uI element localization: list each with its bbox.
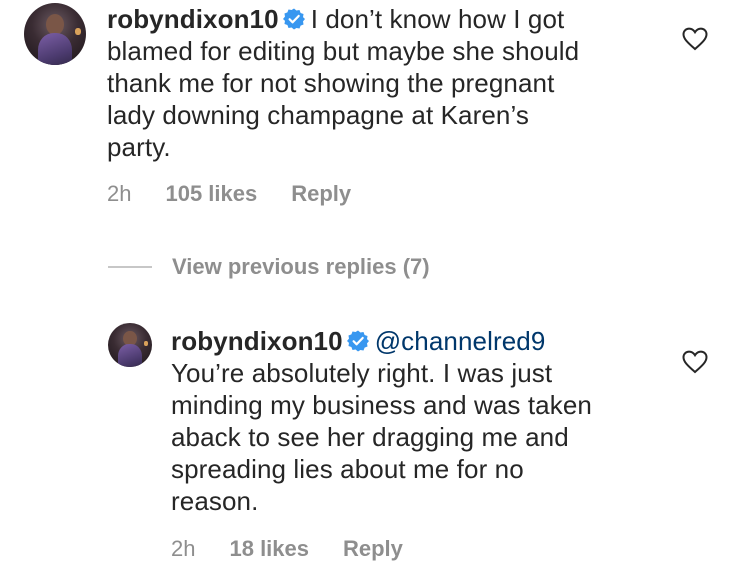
comment-text: robyndixon10 I don’t know how I got blam… [107, 3, 667, 163]
comment-line: blamed for editing but maybe she should [107, 36, 580, 66]
username-link[interactable]: robyndixon10 [107, 4, 279, 34]
comment-line: You’re absolutely right. I was just [171, 358, 553, 388]
comment-line: I don’t know how I got [310, 4, 565, 34]
heart-outline-icon[interactable] [682, 350, 708, 374]
comment-line: party. [107, 132, 171, 162]
comment-line: lady downing champagne at Karen’s [107, 100, 529, 130]
view-previous-replies-button[interactable]: View previous replies (7) [108, 253, 430, 281]
comment-line: minding my business and was taken [171, 390, 592, 420]
reply-button[interactable]: Reply [343, 536, 403, 562]
comment-line: reason. [171, 486, 259, 516]
username-link[interactable]: robyndixon10 [171, 326, 343, 356]
reply-text: robyndixon10 @channelred9 You’re absolut… [171, 325, 671, 517]
timestamp: 2h [107, 181, 132, 206]
comment-meta: 2h 105 likes Reply [107, 181, 351, 207]
likes-count[interactable]: 18 likes [229, 536, 309, 562]
avatar[interactable] [24, 3, 86, 65]
mention-link[interactable]: @channelred9 [375, 326, 546, 356]
view-previous-replies-label: View previous replies (7) [172, 254, 430, 279]
timestamp: 2h [171, 536, 196, 561]
comment-line: aback to see her dragging me and [171, 422, 569, 452]
comment-line: thank me for not showing the pregnant [107, 68, 555, 98]
reply-meta: 2h 18 likes Reply [171, 536, 403, 562]
divider-line [108, 266, 152, 268]
heart-outline-icon[interactable] [682, 27, 708, 51]
likes-count[interactable]: 105 likes [165, 181, 257, 207]
verified-badge-icon [346, 330, 369, 352]
reply-button[interactable]: Reply [291, 181, 351, 207]
verified-badge-icon [282, 8, 305, 30]
avatar[interactable] [108, 323, 152, 367]
comment-thread: robyndixon10 I don’t know how I got blam… [0, 0, 750, 575]
comment-line: spreading lies about me for no [171, 454, 524, 484]
